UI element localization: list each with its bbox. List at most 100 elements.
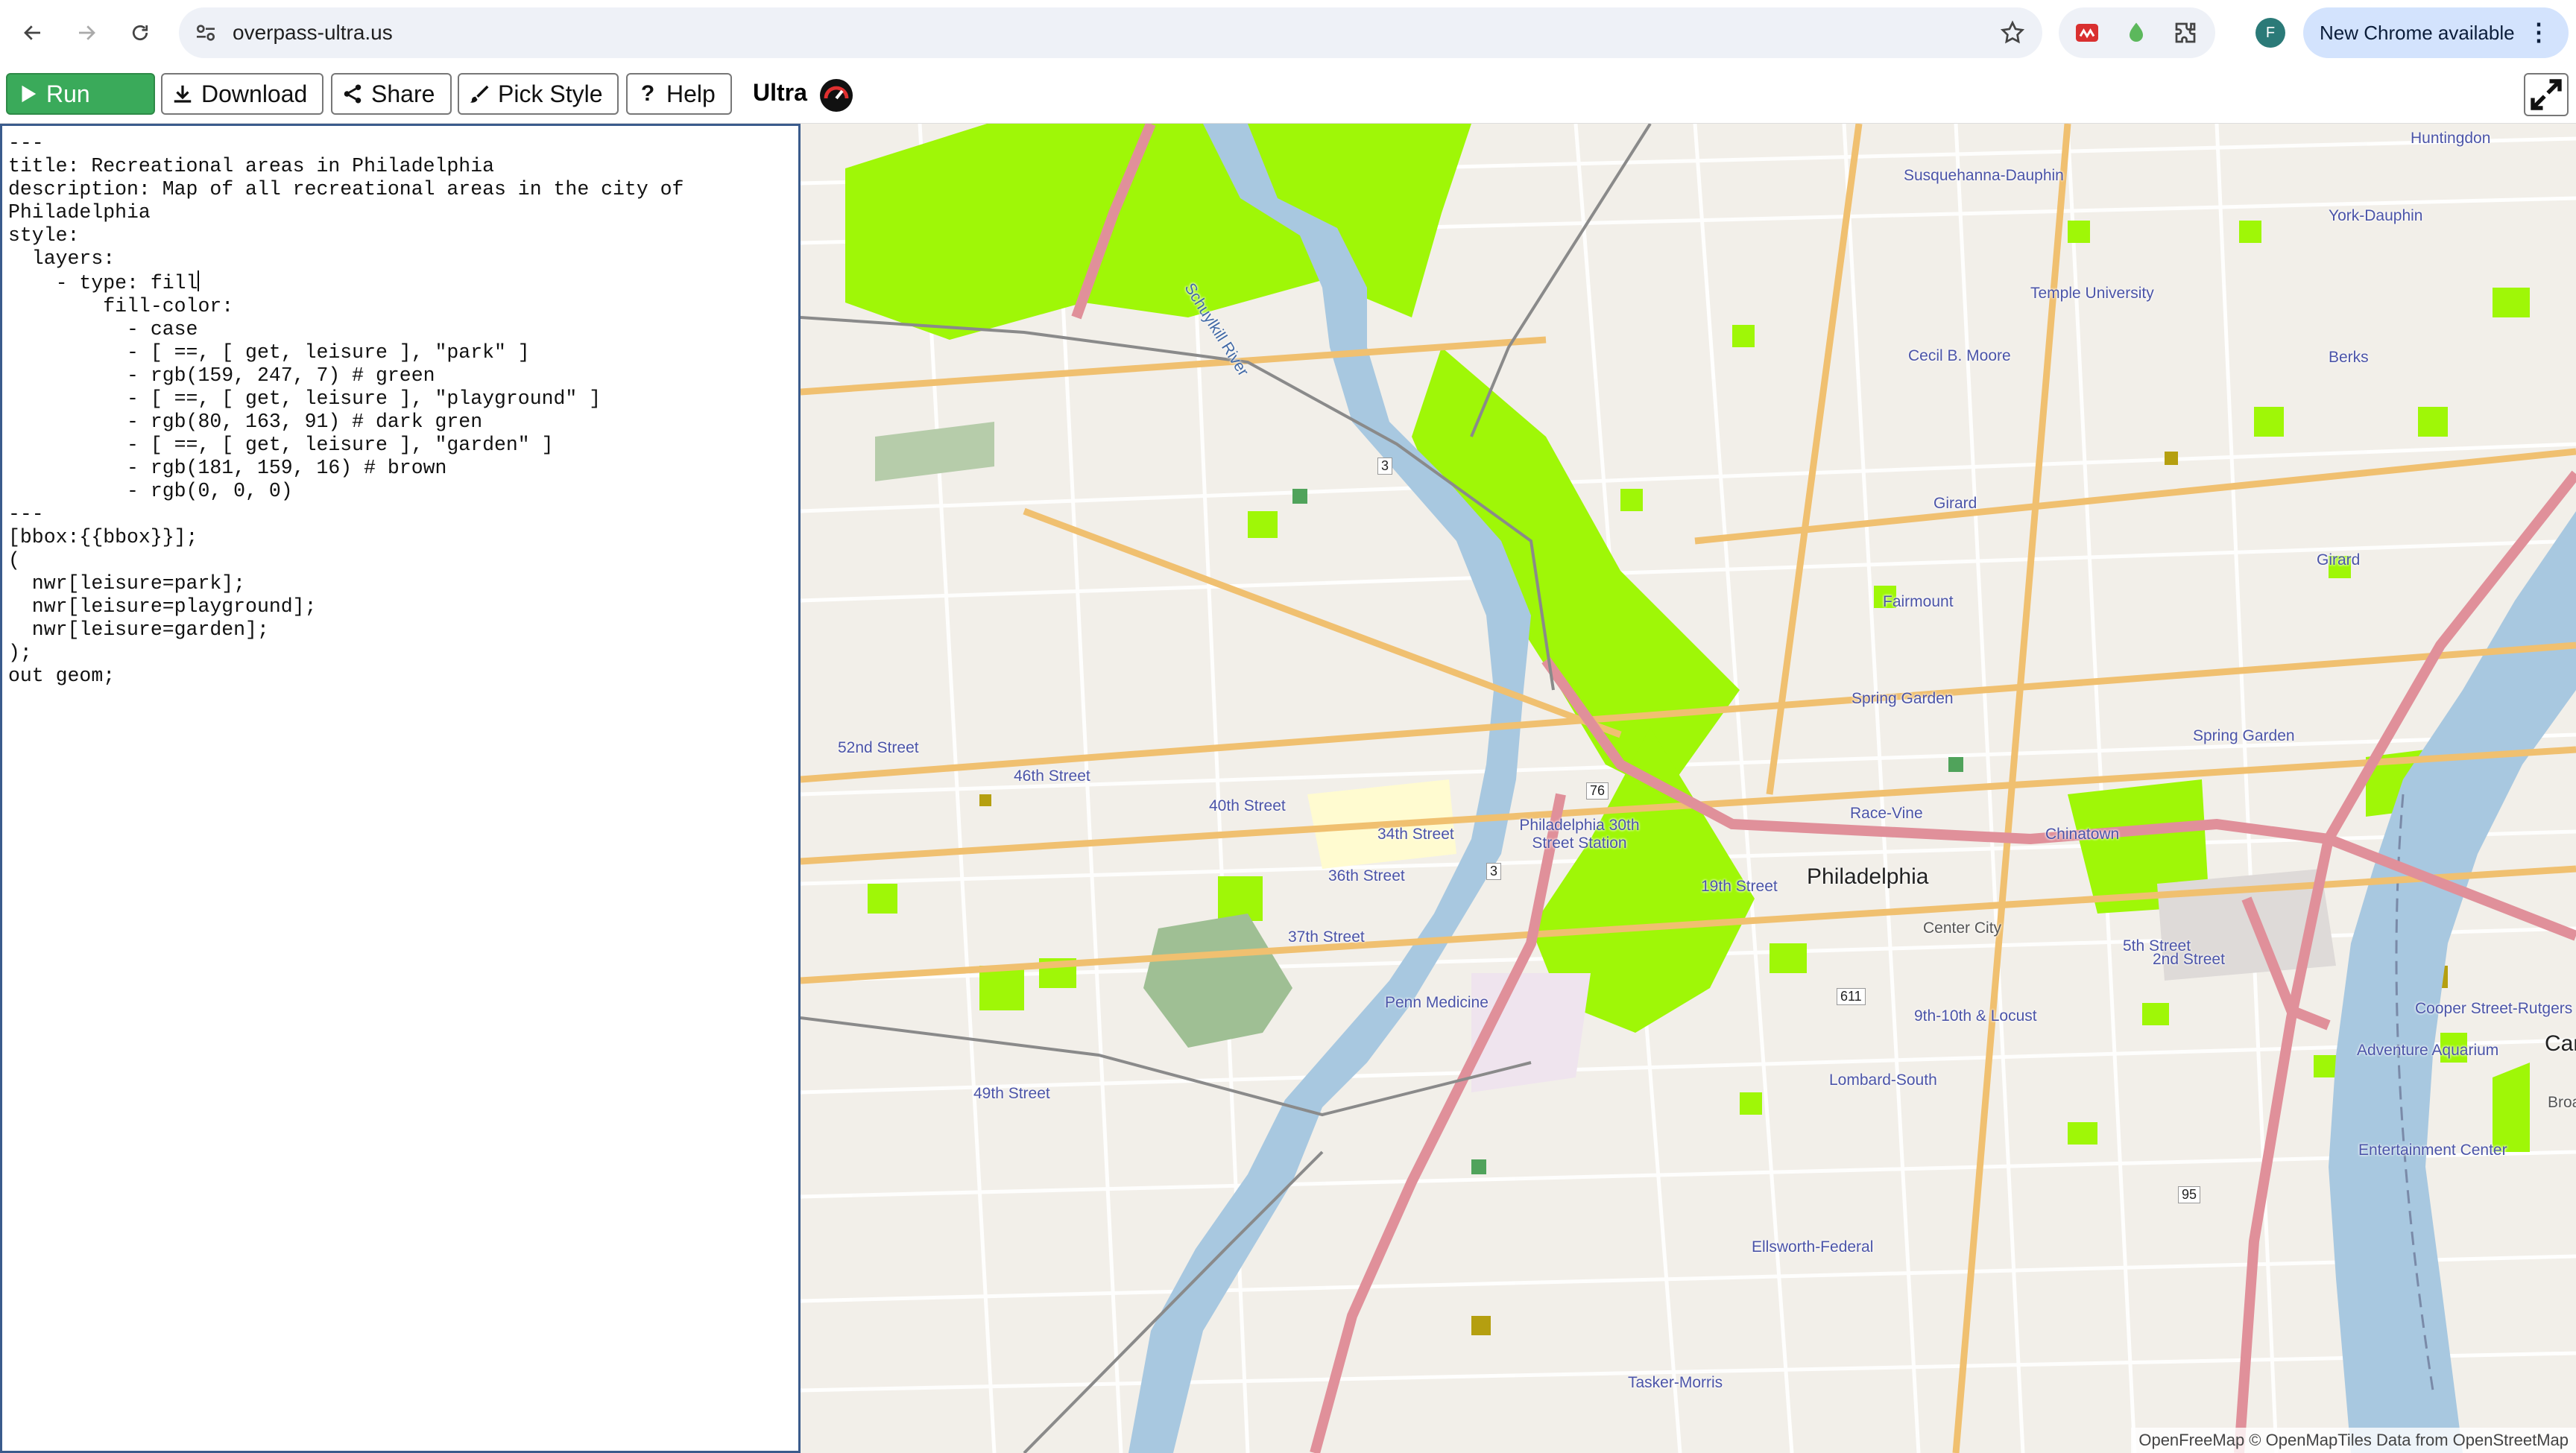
code-line: - [ ==, [ get, leisure ], "park" ] [8,341,530,364]
map-label-susquehanna: Susquehanna-Dauphin [1904,167,2064,184]
code-line: layers: [8,247,116,270]
code-line: description: Map of all recreational are… [8,178,684,200]
extensions-puzzle-icon[interactable] [2172,19,2199,46]
code-line: - rgb(181, 159, 16) # brown [8,457,447,479]
share-button[interactable]: Share [331,73,452,115]
code-line: --- [8,503,44,525]
map-label-9th-10th-locust: 9th-10th & Locust [1914,1007,2037,1025]
pick-style-label: Pick Style [498,80,603,107]
site-settings-icon[interactable] [194,21,218,45]
map-label-adventure-aquarium: Adventure Aquarium [2357,1042,2499,1059]
code-line: fill-color: [8,295,234,317]
download-icon [174,85,192,103]
code-line: - rgb(80, 163, 91) # dark gren [8,411,483,433]
code-line: [bbox:{{bbox}}]; [8,526,198,548]
code-line: nwr[leisure=playground]; [8,595,317,618]
map-base-layer [801,124,2576,1453]
code-line: - rgb(159, 247, 7) # green [8,364,435,387]
map-label-cooper-street: Cooper Street-Rutgers [2415,1000,2573,1017]
map-label-34th-street: 34th Street [1377,826,1454,843]
route-shield-3-north: 3 [1377,458,1393,475]
map-label-broadway: Broa [2548,1094,2576,1111]
map-label-penn-medicine: Penn Medicine [1385,994,1489,1011]
code-line: - [ ==, [ get, leisure ], "garden" ] [8,434,554,456]
ultra-logo-icon [820,79,853,112]
map-label-cecil: Cecil B. Moore [1908,347,2011,364]
map-canvas[interactable]: Huntingdon Susquehanna-Dauphin York-Daup… [801,124,2576,1453]
brand-name: Ultra [753,79,807,106]
download-label: Download [201,80,308,107]
map-label-york: York-Dauphin [2329,207,2423,224]
expand-icon [2531,79,2562,110]
code-line: - rgb(0, 0, 0) [8,480,293,502]
help-button[interactable]: ? Help [626,73,732,115]
code-line: - type: fill [8,272,198,294]
download-button[interactable]: Download [161,73,323,115]
code-line: - [ ==, [ get, leisure ], "playground" ] [8,387,602,410]
code-line: - case [8,318,198,341]
map-label-lombard-south: Lombard-South [1829,1071,1937,1089]
map-label-girard-2: Girard [2317,551,2361,569]
brush-icon [470,85,489,103]
map-label-2nd-street: 2nd Street [2153,951,2225,968]
map-label-spring-garden-2: Spring Garden [2193,727,2295,744]
run-button[interactable]: Run [6,73,155,115]
query-editor[interactable]: --- title: Recreational areas in Philade… [0,124,801,1453]
map-label-philadelphia: Philadelphia [1807,864,1929,889]
share-label: Share [371,80,435,107]
extension-red-icon[interactable] [2074,19,2100,46]
share-icon [344,84,362,104]
forward-arrow-icon [79,25,95,40]
map-label-berks: Berks [2329,349,2369,366]
code-line: title: Recreational areas in Philadelphi… [8,155,495,177]
map-label-girard-1: Girard [1933,495,1977,512]
map-label-36th-street: 36th Street [1328,867,1405,884]
map-label-spring-garden-1: Spring Garden [1852,690,1954,707]
code-text[interactable]: --- title: Recreational areas in Philade… [8,132,684,688]
code-line: nwr[leisure=garden]; [8,618,269,641]
map-label-19th-street: 19th Street [1701,878,1778,895]
map-label-46th-street: 46th Street [1014,767,1090,785]
extension-drop-icon[interactable] [2123,19,2150,46]
map-label-30th-street-station: Philadelphia 30th Street Station [1519,817,1640,852]
extensions-group [2059,7,2215,58]
map-label-fairmount: Fairmount [1883,593,1954,610]
help-label: Help [666,80,716,107]
code-line: ( [8,549,20,572]
code-line: --- [8,132,44,154]
map-label-tasker-morris: Tasker-Morris [1628,1374,1723,1391]
chrome-menu-icon[interactable]: ⋮ [2527,18,2551,46]
browser-chrome: overpass-ultra.us F New Chrome available… [0,0,2576,66]
map-attribution[interactable]: OpenFreeMap © OpenMapTiles Data from Ope… [2131,1428,2576,1453]
route-shield-3-south: 3 [1486,863,1502,880]
question-icon: ? [640,81,655,106]
code-line: Philadelphia [8,201,151,224]
bookmark-star-icon[interactable] [1999,19,2026,46]
map-label-camden: Cam [2545,1031,2576,1056]
route-shield-76: 76 [1586,782,1609,800]
run-label: Run [46,80,90,107]
code-line: nwr[leisure=park]; [8,572,246,595]
map-label-chinatown: Chinatown [2045,826,2120,843]
profile-avatar[interactable]: F [2255,18,2285,48]
back-button[interactable] [15,15,51,51]
map-label-temple: Temple University [2030,285,2154,302]
reload-button[interactable] [122,15,158,51]
map-label-ellsworth-federal: Ellsworth-Federal [1752,1238,1874,1256]
pick-style-button[interactable]: Pick Style [458,73,619,115]
map-label-race-vine: Race-Vine [1850,805,1923,822]
address-bar[interactable]: overpass-ultra.us [179,7,2042,58]
route-shield-95: 95 [2178,1186,2201,1203]
expand-map-button[interactable] [2524,73,2569,116]
map-label-52nd-street: 52nd Street [838,739,919,756]
code-line: out geom; [8,665,116,687]
map-label-37th-street: 37th Street [1288,928,1365,946]
code-line: ); [8,642,32,664]
back-arrow-icon [24,25,40,40]
chrome-update-button[interactable]: New Chrome available ⋮ [2303,7,2569,58]
update-label: New Chrome available [2320,22,2515,44]
forward-button[interactable] [69,15,104,51]
text-cursor [198,270,200,291]
map-label-huntingdon: Huntingdon [2411,130,2491,147]
map-label-49th-street: 49th Street [973,1085,1050,1102]
